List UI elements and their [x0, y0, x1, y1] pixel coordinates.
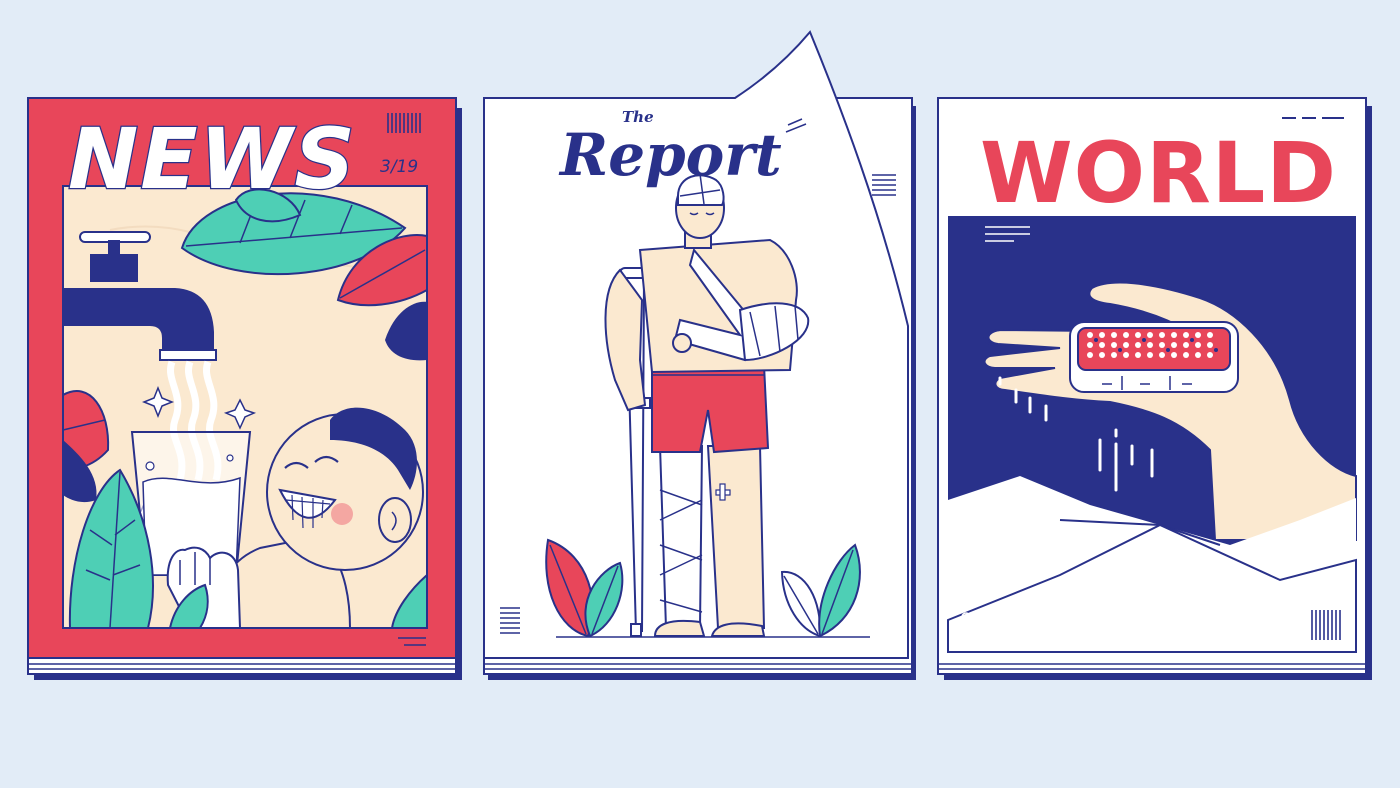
news-barcode [387, 113, 421, 133]
magazine-covers-illustration: NEWS 3/19 The Report WORLD [0, 0, 1400, 788]
news-magazine: NEWS 3/19 [27, 97, 462, 680]
news-title: NEWS [68, 110, 357, 208]
world-magazine: WORLD [937, 97, 1372, 680]
report-title: Report [558, 121, 782, 189]
news-issue-number: 3/19 [380, 157, 418, 177]
report-newspaper: The Report [483, 30, 916, 680]
world-title: WORLD [980, 124, 1337, 222]
